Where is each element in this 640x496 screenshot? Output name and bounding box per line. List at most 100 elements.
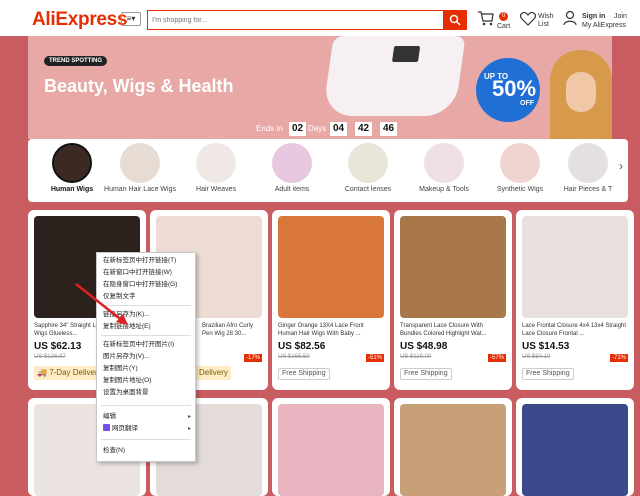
product-price: US $62.13 — [34, 341, 82, 352]
product-card[interactable] — [394, 398, 512, 496]
chevron-right-icon[interactable]: › — [614, 153, 628, 179]
product-original-price: US $165.50 — [278, 354, 310, 360]
countdown-minutes: 42 — [355, 122, 373, 136]
product-image[interactable] — [278, 216, 384, 318]
product-card[interactable]: Ginger Orange 13X4 Lace Front Human Hair… — [272, 210, 390, 390]
product-title[interactable]: Brazilian Afro Curly Pen Wig 28 30... — [202, 322, 262, 338]
free-shipping-badge: Free Shipping — [522, 368, 574, 380]
product-price: US $82.56 — [278, 341, 326, 352]
ctx-translate[interactable]: 网页翻译 ▸ — [97, 423, 195, 435]
delivery-badge-label: 7-Day Delivery — [49, 368, 102, 377]
ctx-separator — [101, 335, 191, 336]
category-makeup-tools[interactable]: Makeup & Tools — [402, 139, 486, 202]
ctx-open-new-window[interactable]: 在新窗口中打开链接(W) — [97, 267, 195, 279]
product-original-price: US $119.00 — [400, 354, 432, 360]
free-shipping-badge: Free Shipping — [400, 368, 452, 380]
discount-tag: -17% — [243, 354, 262, 362]
chevron-right-icon: ▸ — [187, 414, 191, 420]
ctx-separator — [101, 439, 191, 440]
countdown-days: 02 — [289, 122, 307, 136]
free-shipping-badge: Free Shipping — [278, 368, 330, 380]
product-price: US $48.98 — [400, 341, 448, 352]
promo-banner[interactable]: TREND SPOTTING Beauty, Wigs & Health UP … — [28, 36, 612, 139]
product-image[interactable] — [522, 216, 628, 318]
category-adult-items[interactable]: Adult items — [250, 139, 334, 202]
category-label: Human Hair Lace Wigs — [104, 186, 176, 193]
countdown-days-label: Days — [308, 124, 327, 133]
ctx-open-image-new-tab[interactable]: 在新标签页中打开图片(I) — [97, 339, 195, 351]
cart-label: Cart — [497, 23, 511, 30]
product-card[interactable] — [516, 398, 634, 496]
wishlist-label: Wish List — [538, 13, 554, 28]
nail-lamp-image — [322, 36, 466, 116]
ctx-edit-label: 编辑 — [103, 413, 116, 420]
product-image[interactable] — [400, 216, 506, 318]
search-button[interactable] — [443, 10, 467, 30]
category-strip: Human Wigs Human Hair Lace Wigs Hair Wea… — [28, 139, 628, 202]
product-image[interactable] — [522, 404, 628, 496]
product-original-price: US $50.10 — [522, 354, 551, 360]
category-image — [52, 143, 92, 183]
ctx-translate-label: 网页翻译 — [112, 425, 138, 432]
product-title[interactable]: Lace Frontal Closure 4x4 13x4 Straight L… — [522, 322, 628, 338]
category-menu-button[interactable]: ≡▾ — [121, 12, 141, 26]
category-image — [500, 143, 540, 183]
model-image — [550, 50, 612, 139]
product-original-price: US $126.87 — [34, 354, 66, 360]
chevron-right-icon: ▸ — [187, 426, 191, 432]
category-label: Makeup & Tools — [419, 186, 469, 193]
search-input[interactable] — [148, 11, 444, 29]
delivery-badge: 🚚 7-Day Delivery — [34, 366, 105, 380]
category-image — [424, 143, 464, 183]
trend-tag: TREND SPOTTING — [44, 56, 108, 66]
product-card[interactable] — [272, 398, 390, 496]
search-icon — [449, 14, 461, 26]
ctx-save-image-as[interactable]: 图片另存为(V)... — [97, 351, 195, 363]
category-image — [348, 143, 388, 183]
delivery-badge: Delivery — [196, 366, 231, 380]
category-image — [568, 143, 608, 183]
countdown-hours: 04 — [330, 122, 348, 136]
signin-link[interactable]: Sign in — [582, 13, 605, 21]
lamp-display — [391, 46, 421, 62]
ctx-edit[interactable]: 编辑 ▸ — [97, 411, 195, 423]
product-price: US $14.53 — [522, 341, 570, 352]
category-image — [196, 143, 236, 183]
ctx-copy-image[interactable]: 复制图片(Y) — [97, 363, 195, 375]
ctx-inspect[interactable]: 检查(N) — [97, 445, 195, 457]
ctx-separator — [101, 405, 191, 406]
cart-icon — [478, 11, 494, 26]
product-title[interactable]: Ginger Orange 13X4 Lace Front Human Hair… — [278, 322, 384, 338]
aliexpress-logo[interactable]: AliExpress — [32, 9, 128, 31]
ctx-set-wallpaper[interactable]: 设置为桌面背景 — [97, 387, 195, 399]
user-icon — [563, 10, 577, 26]
model-face — [566, 72, 596, 112]
category-label: Contact lenses — [344, 186, 392, 193]
product-image[interactable] — [278, 404, 384, 496]
ctx-open-new-tab[interactable]: 在新标签页中打开链接(T) — [97, 255, 195, 267]
badge-off: OFF — [520, 100, 534, 107]
product-image[interactable] — [400, 404, 506, 496]
category-label: Hair Pieces & T — [563, 186, 613, 193]
ctx-copy-image-address[interactable]: 复制图片地址(O) — [97, 375, 195, 387]
product-card[interactable]: Transparent Lace Closure With Bundles Co… — [394, 210, 512, 390]
category-label: Adult items — [274, 186, 310, 193]
product-card[interactable]: Lace Frontal Closure 4x4 13x4 Straight L… — [516, 210, 634, 390]
annotation-arrow-icon — [75, 283, 128, 325]
product-title[interactable]: Transparent Lace Closure With Bundles Co… — [400, 322, 506, 338]
category-human-hair-lace-wigs[interactable]: Human Hair Lace Wigs — [98, 139, 182, 202]
category-label: Hair Weaves — [196, 186, 236, 193]
category-image — [120, 143, 160, 183]
category-hair-weaves[interactable]: Hair Weaves — [174, 139, 258, 202]
my-aliexpress-link[interactable]: My AliExpress — [582, 22, 626, 30]
banner-title: Beauty, Wigs & Health — [44, 76, 234, 96]
cart-count-badge: 0 — [499, 12, 508, 21]
discount-badge: UP TO 50% OFF — [476, 58, 540, 122]
heart-icon — [520, 12, 536, 26]
category-contact-lenses[interactable]: Contact lenses — [326, 139, 410, 202]
search-bar — [147, 10, 467, 30]
countdown-seconds: 46 — [380, 122, 398, 136]
translate-icon — [103, 424, 110, 431]
truck-icon: 🚚 — [37, 368, 50, 377]
join-link[interactable]: Join — [614, 13, 627, 21]
